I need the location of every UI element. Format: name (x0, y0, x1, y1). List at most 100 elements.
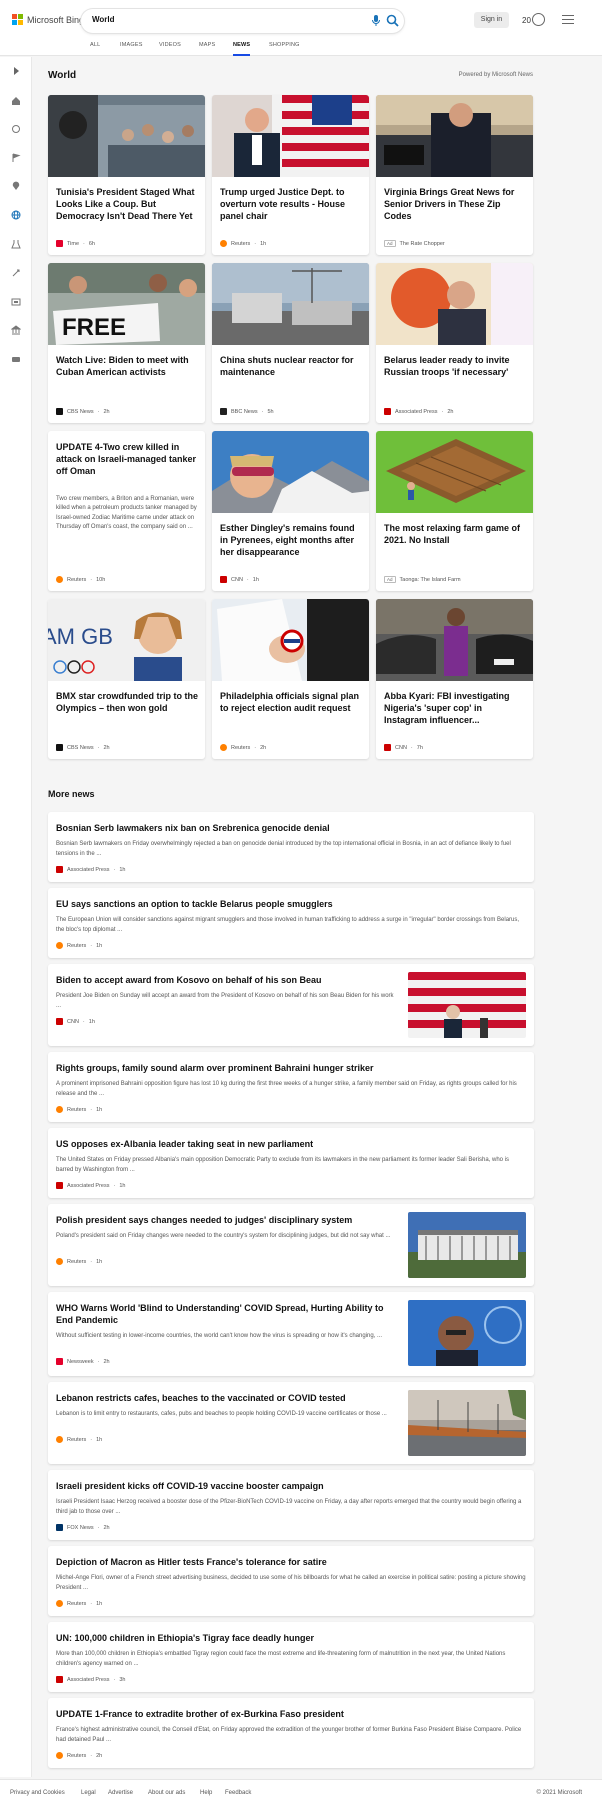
tab-all[interactable]: ALL (90, 42, 100, 56)
news-card[interactable]: Esther Dingley's remains found in Pyrene… (212, 431, 369, 591)
science-icon[interactable] (11, 239, 21, 249)
news-card[interactable]: AM GB BMX star crowdfunded trip to the O… (48, 599, 205, 759)
search-tabs: ALL IMAGES VIDEOS MAPS NEWS SHOPPING (0, 38, 602, 56)
reuters-logo-icon (56, 1600, 63, 1607)
ad-badge: Ad (384, 240, 396, 247)
card-image (376, 263, 533, 345)
card-image (376, 599, 533, 681)
news-card[interactable]: Philadelphia officials signal plan to re… (212, 599, 369, 759)
news-card[interactable]: Trump urged Justice Dept. to overturn vo… (212, 95, 369, 255)
card-title[interactable]: Tunisia's President Staged What Looks Li… (56, 186, 198, 222)
search-icon[interactable] (386, 14, 399, 27)
news-item[interactable]: US opposes ex-Albania leader taking seat… (48, 1128, 534, 1198)
powered-by[interactable]: Powered by Microsoft News (459, 72, 533, 78)
footer-link-feedback[interactable]: Feedback (225, 1790, 251, 1796)
menu-icon[interactable] (562, 15, 574, 25)
money-icon[interactable] (11, 354, 21, 364)
news-item[interactable]: EU says sanctions an option to tackle Be… (48, 888, 534, 958)
footer-link-privacy[interactable]: Privacy and Cookies (10, 1790, 65, 1796)
tab-images[interactable]: IMAGES (120, 42, 143, 56)
news-title[interactable]: Rights groups, family sound alarm over p… (56, 1062, 516, 1074)
news-item[interactable]: WHO Warns World 'Blind to Understanding'… (48, 1292, 534, 1376)
technology-icon[interactable] (11, 268, 21, 278)
news-title[interactable]: Lebanon restricts cafes, beaches to the … (56, 1392, 396, 1404)
newsweek-logo-icon (56, 1358, 63, 1365)
politics-icon[interactable] (11, 325, 21, 335)
news-item[interactable]: Israeli president kicks off COVID-19 vac… (48, 1470, 534, 1540)
card-source: CNN · 1h (220, 576, 259, 583)
card-title[interactable]: The most relaxing farm game of 2021. No … (384, 522, 526, 546)
news-title[interactable]: WHO Warns World 'Blind to Understanding'… (56, 1302, 396, 1326)
card-source: CBS News · 2h (56, 744, 110, 751)
svg-text:AM GB: AM GB (48, 624, 113, 649)
news-card[interactable]: Belarus leader ready to invite Russian t… (376, 263, 533, 423)
more-news-title: More news (48, 789, 95, 799)
news-summary: The United States on Friday pressed Alba… (56, 1157, 510, 1173)
news-card[interactable]: Tunisia's President Staged What Looks Li… (48, 95, 205, 255)
news-card[interactable]: UPDATE 4-Two crew killed in attack on Is… (48, 431, 205, 591)
news-item[interactable]: Depiction of Macron as Hitler tests Fran… (48, 1546, 534, 1616)
card-image (48, 95, 205, 177)
sign-in-button[interactable]: Sign in (474, 12, 509, 28)
card-title[interactable]: BMX star crowdfunded trip to the Olympic… (56, 690, 198, 714)
search-box[interactable]: World (81, 9, 404, 33)
news-source: Associated Press · 1h (56, 1182, 125, 1189)
search-input[interactable]: World (92, 15, 115, 24)
bbc-logo-icon (220, 408, 227, 415)
footer-link-help[interactable]: Help (200, 1790, 212, 1796)
news-title[interactable]: US opposes ex-Albania leader taking seat… (56, 1138, 516, 1150)
news-title[interactable]: UPDATE 1-France to extradite brother of … (56, 1708, 516, 1720)
news-summary: France's highest administrative council,… (56, 1727, 522, 1743)
location-icon[interactable] (11, 181, 21, 191)
footer-link-about-ads[interactable]: About our ads (148, 1790, 185, 1796)
news-item[interactable]: Rights groups, family sound alarm over p… (48, 1052, 534, 1122)
flag-icon[interactable] (11, 153, 21, 163)
tab-shopping[interactable]: SHOPPING (269, 42, 300, 56)
bing-logo[interactable]: Microsoft Bing (12, 14, 84, 25)
tab-news[interactable]: NEWS (233, 42, 251, 56)
news-title[interactable]: Depiction of Macron as Hitler tests Fran… (56, 1556, 516, 1568)
footer-link-advertise[interactable]: Advertise (108, 1790, 133, 1796)
category-rail (0, 57, 32, 1777)
card-source: Time · 6h (56, 240, 95, 247)
tab-maps[interactable]: MAPS (199, 42, 215, 56)
news-card[interactable]: China shuts nuclear reactor for maintena… (212, 263, 369, 423)
card-title[interactable]: Trump urged Justice Dept. to overturn vo… (220, 186, 362, 222)
news-item[interactable]: Lebanon restricts cafes, beaches to the … (48, 1382, 534, 1464)
news-title[interactable]: Biden to accept award from Kosovo on beh… (56, 974, 396, 986)
sports-icon[interactable] (11, 124, 21, 134)
news-title[interactable]: UN: 100,000 children in Ethiopia's Tigra… (56, 1632, 516, 1644)
ad-card[interactable]: Virginia Brings Great News for Senior Dr… (376, 95, 533, 255)
card-title[interactable]: Philadelphia officials signal plan to re… (220, 690, 362, 714)
home-icon[interactable] (11, 96, 21, 106)
news-item[interactable]: UPDATE 1-France to extradite brother of … (48, 1698, 534, 1768)
news-title[interactable]: Bosnian Serb lawmakers nix ban on Srebre… (56, 822, 516, 834)
news-title[interactable]: Israeli president kicks off COVID-19 vac… (56, 1480, 516, 1492)
card-title[interactable]: UPDATE 4-Two crew killed in attack on Is… (56, 441, 198, 477)
news-item[interactable]: Polish president says changes needed to … (48, 1204, 534, 1286)
news-summary: Lebanon is to limit entry to restaurants… (56, 1411, 387, 1417)
news-title[interactable]: Polish president says changes needed to … (56, 1214, 396, 1226)
ad-card[interactable]: The most relaxing farm game of 2021. No … (376, 431, 533, 591)
card-title[interactable]: Virginia Brings Great News for Senior Dr… (384, 186, 526, 222)
footer-link-legal[interactable]: Legal (81, 1790, 96, 1796)
card-title[interactable]: China shuts nuclear reactor for maintena… (220, 354, 362, 378)
news-item[interactable]: Biden to accept award from Kosovo on beh… (48, 964, 534, 1046)
expand-icon[interactable] (11, 66, 21, 76)
rewards-trophy-icon[interactable] (532, 13, 545, 26)
microphone-icon[interactable] (371, 15, 381, 27)
globe-icon[interactable] (11, 210, 21, 220)
card-title[interactable]: Abba Kyari: FBI investigating Nigeria's … (384, 690, 526, 726)
news-card[interactable]: FREE Watch Live: Biden to meet with Cuba… (48, 263, 205, 423)
news-item[interactable]: UN: 100,000 children in Ethiopia's Tigra… (48, 1622, 534, 1692)
entertainment-icon[interactable] (11, 297, 21, 307)
card-title[interactable]: Watch Live: Biden to meet with Cuban Ame… (56, 354, 198, 378)
news-title[interactable]: EU says sanctions an option to tackle Be… (56, 898, 516, 910)
rewards-count[interactable]: 20 (522, 16, 531, 25)
tab-videos[interactable]: VIDEOS (159, 42, 181, 56)
card-image (212, 263, 369, 345)
news-item[interactable]: Bosnian Serb lawmakers nix ban on Srebre… (48, 812, 534, 882)
news-card[interactable]: Abba Kyari: FBI investigating Nigeria's … (376, 599, 533, 759)
card-title[interactable]: Esther Dingley's remains found in Pyrene… (220, 522, 362, 558)
card-title[interactable]: Belarus leader ready to invite Russian t… (384, 354, 526, 378)
